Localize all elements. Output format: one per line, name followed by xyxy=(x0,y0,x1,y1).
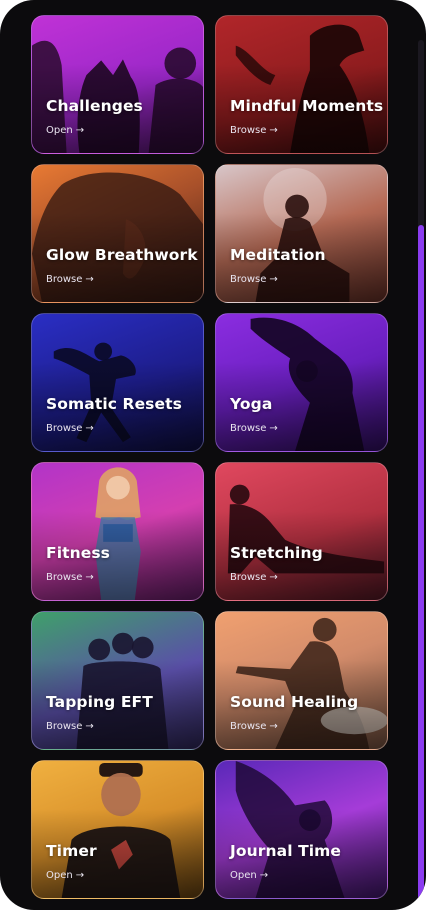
arrow-right-icon: → xyxy=(269,721,278,732)
app-screen: Challenges Open → Mindful Moments Browse →… xyxy=(0,0,426,910)
card-action[interactable]: Browse → xyxy=(230,423,278,434)
card-action-label: Browse xyxy=(46,423,83,434)
card-action[interactable]: Open → xyxy=(46,870,84,881)
category-card-fitness[interactable]: Fitness Browse → xyxy=(31,462,204,601)
category-grid: Challenges Open → Mindful Moments Browse →… xyxy=(31,15,388,899)
card-action-label: Browse xyxy=(230,423,267,434)
card-action[interactable]: Browse → xyxy=(46,423,94,434)
card-title: Glow Breathwork xyxy=(46,246,198,264)
card-action[interactable]: Browse → xyxy=(230,125,278,136)
card-action-label: Open xyxy=(230,870,257,881)
arrow-right-icon: → xyxy=(75,870,85,881)
card-title: Fitness xyxy=(46,544,111,562)
category-card-challenges[interactable]: Challenges Open → xyxy=(31,15,204,154)
category-card-tapping-eft[interactable]: Tapping EFT Browse → xyxy=(31,611,204,750)
card-action-label: Browse xyxy=(230,721,267,732)
category-card-glow-breathwork[interactable]: Glow Breathwork Browse → xyxy=(31,164,204,303)
category-card-mindful-moments[interactable]: Mindful Moments Browse → xyxy=(215,15,388,154)
category-card-sound-healing[interactable]: Sound Healing Browse → xyxy=(215,611,388,750)
card-action[interactable]: Browse → xyxy=(46,572,94,583)
card-action[interactable]: Open → xyxy=(46,125,84,136)
category-card-somatic-resets[interactable]: Somatic Resets Browse → xyxy=(31,313,204,452)
arrow-right-icon: → xyxy=(85,423,94,434)
arrow-right-icon: → xyxy=(269,125,278,136)
card-action[interactable]: Open → xyxy=(230,870,268,881)
card-action[interactable]: Browse → xyxy=(46,274,94,285)
category-card-journal-time[interactable]: Journal Time Open → xyxy=(215,760,388,899)
card-action-label: Browse xyxy=(46,572,83,583)
card-title: Stretching xyxy=(230,544,323,562)
card-title: Meditation xyxy=(230,246,326,264)
card-action-label: Open xyxy=(46,125,73,136)
arrow-right-icon: → xyxy=(269,423,278,434)
card-title: Somatic Resets xyxy=(46,395,182,413)
card-title: Challenges xyxy=(46,97,143,115)
category-card-stretching[interactable]: Stretching Browse → xyxy=(215,462,388,601)
card-title: Sound Healing xyxy=(230,693,359,711)
arrow-right-icon: → xyxy=(269,572,278,583)
card-title: Timer xyxy=(46,842,97,860)
card-action[interactable]: Browse → xyxy=(230,572,278,583)
card-title: Journal Time xyxy=(230,842,342,860)
card-title: Yoga xyxy=(230,395,273,413)
category-card-yoga[interactable]: Yoga Browse → xyxy=(215,313,388,452)
card-title: Tapping EFT xyxy=(46,693,153,711)
card-action-label: Browse xyxy=(46,274,83,285)
card-action-label: Browse xyxy=(230,274,267,285)
arrow-right-icon: → xyxy=(85,572,94,583)
category-card-timer[interactable]: Timer Open → xyxy=(31,760,204,899)
card-action-label: Open xyxy=(46,870,73,881)
arrow-right-icon: → xyxy=(85,274,94,285)
category-card-meditation[interactable]: Meditation Browse → xyxy=(215,164,388,303)
scrollbar-thumb[interactable] xyxy=(418,225,424,910)
arrow-right-icon: → xyxy=(75,125,85,136)
card-action-label: Browse xyxy=(230,572,267,583)
card-title: Mindful Moments xyxy=(230,97,384,115)
card-action[interactable]: Browse → xyxy=(230,274,278,285)
arrow-right-icon: → xyxy=(85,721,94,732)
arrow-right-icon: → xyxy=(269,274,278,285)
arrow-right-icon: → xyxy=(259,870,269,881)
card-action-label: Browse xyxy=(230,125,267,136)
card-action-label: Browse xyxy=(46,721,83,732)
card-action[interactable]: Browse → xyxy=(46,721,94,732)
card-action[interactable]: Browse → xyxy=(230,721,278,732)
